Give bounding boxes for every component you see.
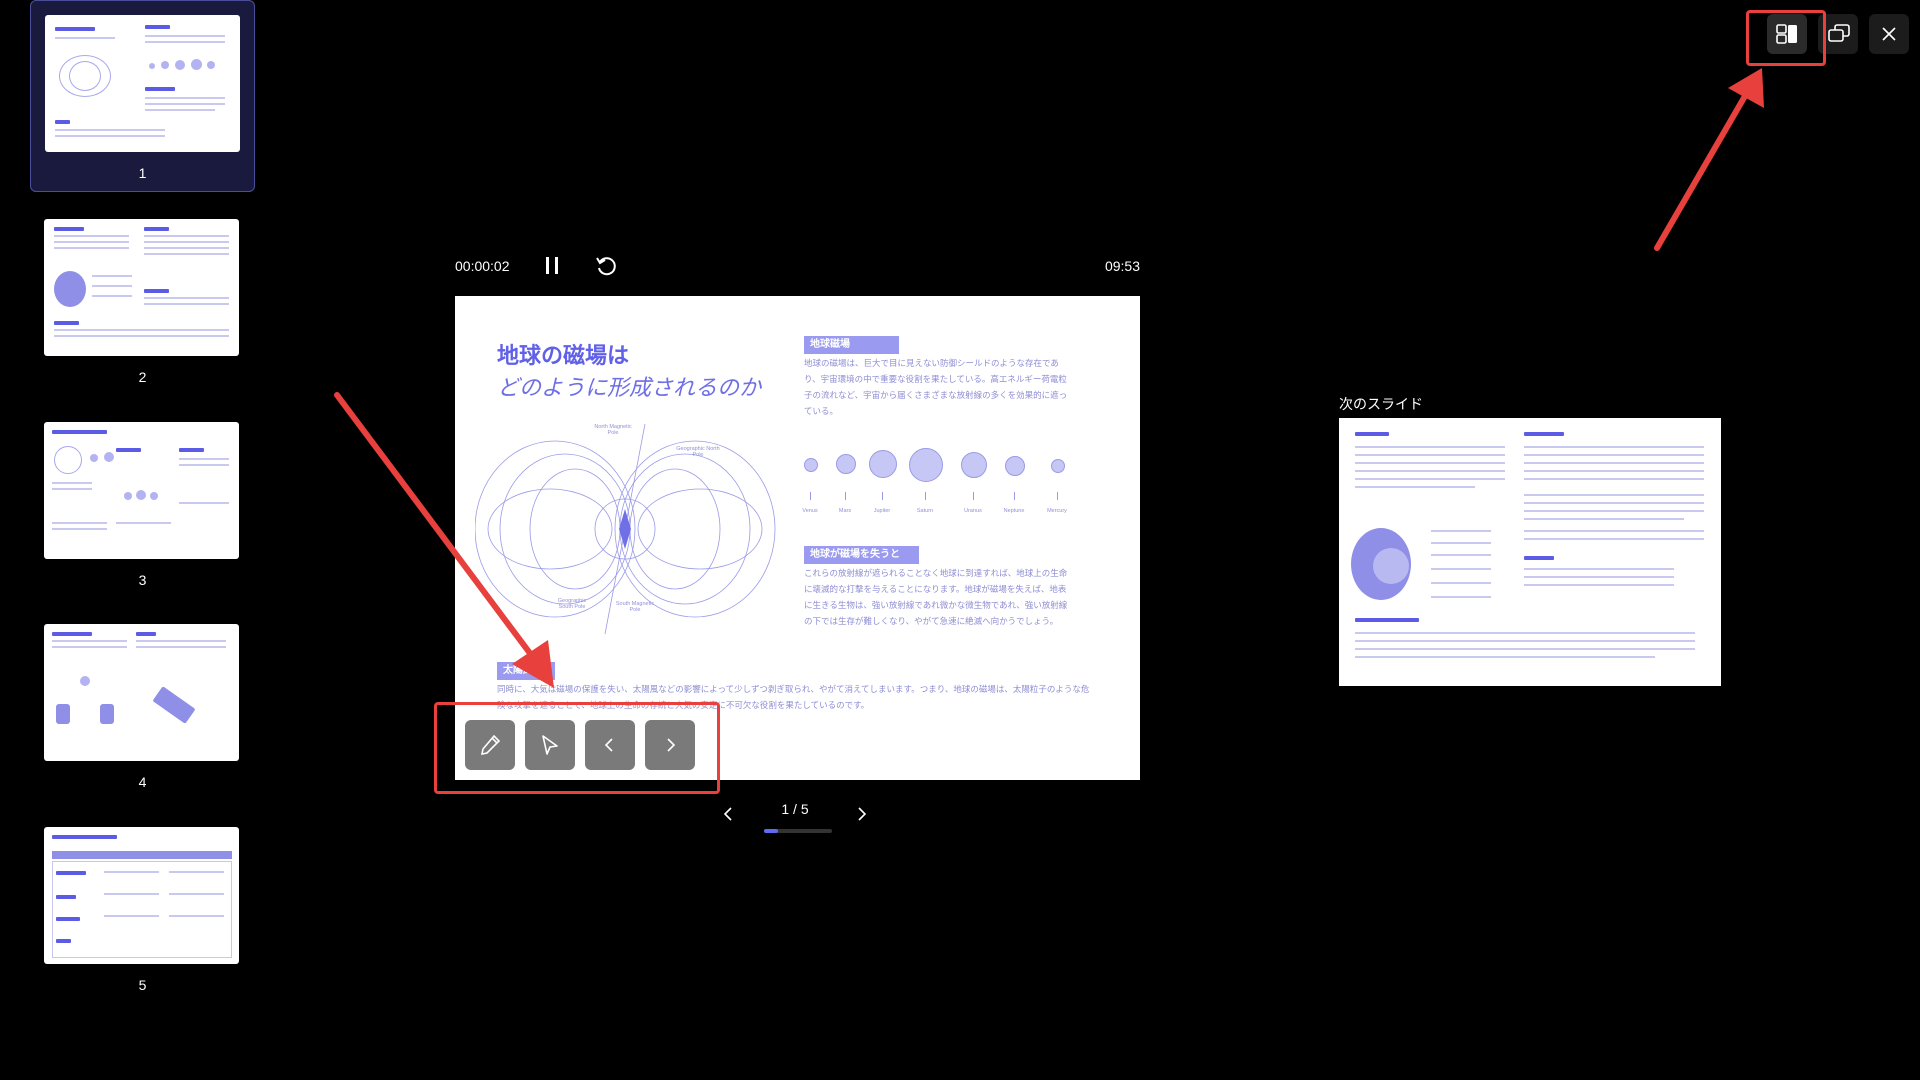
display-switch-icon: [1828, 24, 1850, 42]
slide-progress-bar: [764, 829, 832, 833]
diagram-label: South Magnetic Pole: [615, 601, 655, 613]
current-slide: 地球の磁場は どのように形成されるのか North Magnetic Pole …: [455, 296, 1140, 780]
pause-icon: [546, 257, 549, 274]
slide-thumbnail-image: [44, 827, 239, 964]
diagram-label: North Magnetic Pole: [594, 424, 632, 436]
slide-thumbnail-image: [45, 15, 240, 152]
planet-label: Jupiter: [873, 508, 891, 514]
remaining-time: 09:53: [1104, 258, 1140, 274]
slide-thumbnail-5[interactable]: 5: [30, 813, 255, 1005]
presenter-timer-bar: 00:00:02 09:53: [455, 250, 1140, 284]
diagram-label: Geographic South Pole: [557, 598, 587, 610]
next-page-button[interactable]: [852, 803, 872, 825]
slide-title: 地球の磁場は: [497, 343, 630, 368]
next-slide-label: 次のスライド: [1339, 396, 1423, 412]
slide-thumbnail-2[interactable]: 2: [30, 205, 255, 397]
section-tag: 地球が磁場を失うと: [804, 546, 919, 564]
pointer-tool-button[interactable]: [525, 720, 575, 770]
close-icon: [1882, 27, 1896, 41]
previous-slide-tool-button[interactable]: [585, 720, 635, 770]
planet-label: Saturn: [916, 508, 934, 514]
slide-thumbnail-1[interactable]: 1: [30, 0, 255, 192]
slide-thumbnail-3[interactable]: 3: [30, 408, 255, 600]
slide-thumbnail-rail: 1 2 3 4 5: [0, 0, 270, 1080]
diagram-label: Geographic North Pole: [676, 446, 720, 458]
slide-thumbnail-number: 5: [138, 977, 147, 993]
pen-tool-button[interactable]: [465, 720, 515, 770]
planet-label: Mercury: [1047, 508, 1067, 514]
layout-toggle-button[interactable]: [1767, 14, 1807, 54]
slide-thumbnail-image: [44, 624, 239, 761]
slide-pager: 1 / 5: [710, 795, 880, 835]
paragraph: 同時に、大気は磁場の保護を失い、太陽風などの影響によって少しずつ剥ぎ取られ、やが…: [497, 685, 1090, 711]
arrow-head-up-icon: [1728, 68, 1764, 108]
slide-thumbnail-image: [44, 219, 239, 356]
planet-label: Neptune: [1003, 508, 1025, 514]
planet-label: Uranus: [964, 508, 982, 514]
section-tag: 地球磁場: [804, 336, 899, 354]
slide-thumbnail-4[interactable]: 4: [30, 610, 255, 802]
next-slide-tool-button[interactable]: [645, 720, 695, 770]
reset-timer-button[interactable]: [593, 253, 619, 279]
slide-subtitle: どのように形成されるのか: [497, 376, 762, 401]
planet-label: Venus: [802, 508, 818, 514]
pointer-icon: [542, 735, 558, 755]
pause-button[interactable]: [540, 253, 564, 279]
planet-label: Mars: [838, 508, 852, 514]
close-presentation-button[interactable]: [1869, 14, 1909, 54]
slide-thumbnail-number: 1: [138, 165, 147, 181]
paragraph: これらの放射線が遮られることなく地球に到達すれば、地球上の生命に壊滅的な打撃を与…: [804, 569, 1068, 627]
layout-icon: [1776, 24, 1797, 44]
elapsed-time: 00:00:02: [455, 258, 510, 274]
chevron-right-icon: [858, 807, 867, 821]
reset-icon: [596, 257, 616, 276]
display-switch-button[interactable]: [1818, 14, 1858, 54]
slide-thumbnail-number: 2: [138, 369, 147, 385]
slide-progress-fill: [764, 829, 778, 833]
slide-thumbnail-number: 4: [138, 774, 147, 790]
slide-thumbnail-image: [44, 422, 239, 559]
paragraph: 地球の磁場は、巨大で目に見えない防御シールドのような存在であり、宇宙環境の中で重…: [804, 359, 1068, 417]
section-tag: 太陽風: [497, 662, 555, 680]
next-slide-preview: [1339, 418, 1721, 686]
chevron-right-icon: [667, 738, 676, 752]
chevron-left-icon: [604, 738, 613, 752]
slide-thumbnail-number: 3: [138, 572, 147, 588]
pen-icon: [480, 734, 501, 756]
